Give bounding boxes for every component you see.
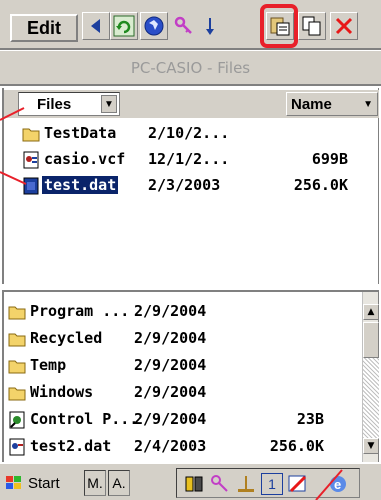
file-name: test2.dat	[30, 437, 112, 455]
list-item[interactable]: Control P... 2/9/2004 23B	[4, 408, 364, 432]
folder-icon	[8, 333, 26, 347]
ie-icon[interactable]: e	[327, 473, 349, 495]
sort-icon[interactable]	[196, 12, 224, 40]
key-icon[interactable]	[209, 473, 231, 495]
scroll-thumb[interactable]	[363, 322, 379, 358]
file-name: test.dat	[42, 176, 119, 194]
file-name: Windows	[30, 383, 94, 401]
list-item[interactable]: Windows 2/9/2004	[4, 381, 364, 405]
list-item[interactable]: TestData 2/10/2...	[18, 122, 378, 146]
list-item[interactable]: casio.vcf 12/1/2... 699B	[18, 148, 378, 172]
vertical-scrollbar[interactable]: ▲ ▼	[362, 292, 379, 462]
chevron-down-icon[interactable]: ▼	[101, 95, 117, 113]
file-name: TestData	[44, 124, 117, 142]
file-date: 2/4/2003	[134, 437, 207, 455]
battery-icon[interactable]	[183, 473, 205, 495]
list-item[interactable]: test2.dat 2/4/2003 256.0K	[4, 435, 364, 459]
file-name: casio.vcf	[44, 150, 126, 168]
input-panel-icon[interactable]: 1	[261, 473, 283, 495]
file-date: 2/10/2...	[148, 124, 230, 142]
list-item[interactable]: Recycled 2/9/2004	[4, 327, 364, 351]
taskbar: Start M. A. 1 e	[0, 462, 381, 500]
folder-selector-label: Files	[37, 95, 72, 113]
sort-arrow-icon: ▼	[363, 99, 373, 110]
folder-selector[interactable]: Files ▼	[18, 92, 120, 116]
file-size: 256.0K	[269, 437, 324, 455]
list-item[interactable]: Temp 2/9/2004	[4, 354, 364, 378]
shortcut-icon	[9, 411, 25, 429]
svg-text:e: e	[334, 477, 341, 492]
back-icon[interactable]	[82, 12, 110, 40]
file-name: Program ...	[30, 302, 130, 320]
window-title: PC-CASIO - Files	[0, 50, 381, 86]
file-date: 2/9/2004	[134, 329, 207, 347]
copy-icon[interactable]	[298, 12, 326, 40]
task-button[interactable]: M.	[84, 470, 106, 496]
data-file-icon	[9, 438, 25, 456]
folder-icon	[8, 360, 26, 374]
edit-icon[interactable]	[287, 473, 309, 495]
edit-menu[interactable]: Edit	[10, 14, 78, 42]
start-label: Start	[28, 474, 60, 492]
sort-name-header[interactable]: Name ▼	[286, 92, 378, 116]
folder-icon	[8, 306, 26, 320]
contact-file-icon	[23, 151, 39, 169]
list-item-selected[interactable]: test.dat 2/3/2003 256.0K	[18, 174, 378, 198]
file-name: Control P...	[30, 410, 139, 428]
folder-icon	[8, 387, 26, 401]
folder-icon	[22, 128, 40, 142]
highlight-box	[260, 4, 298, 48]
file-date: 2/9/2004	[134, 356, 207, 374]
file-name: Recycled	[30, 329, 103, 347]
file-size: 699B	[311, 150, 348, 168]
usb-icon[interactable]	[235, 473, 257, 495]
scroll-track[interactable]	[363, 358, 379, 438]
start-button[interactable]: Start	[4, 470, 76, 496]
storage-pane: Program ... 2/9/2004 Recycled 2/9/2004 T…	[2, 290, 379, 462]
file-name: Temp	[30, 356, 67, 374]
screen: Edit PC-CASIO - Files Files ▼ Name ▼ Tes…	[0, 0, 381, 500]
scroll-up-icon[interactable]: ▲	[363, 304, 379, 320]
file-size: 23B	[296, 410, 324, 428]
globe-icon[interactable]	[140, 12, 168, 40]
scroll-down-icon[interactable]: ▼	[363, 438, 379, 454]
data-file-icon	[23, 177, 39, 195]
refresh-icon[interactable]	[110, 12, 138, 40]
file-date: 2/9/2004	[134, 383, 207, 401]
file-date: 2/3/2003	[148, 176, 221, 194]
list-item[interactable]: Program ... 2/9/2004	[4, 300, 364, 324]
file-date: 2/9/2004	[134, 410, 207, 428]
file-size: 256.0K	[293, 176, 348, 194]
column-header: Files ▼ Name ▼	[4, 90, 379, 118]
file-date: 12/1/2...	[148, 150, 230, 168]
delete-icon[interactable]	[330, 12, 358, 40]
system-tray: 1 e	[176, 468, 360, 498]
sort-name-label: Name	[291, 95, 332, 113]
task-button[interactable]: A.	[108, 470, 130, 496]
current-folder-pane: Files ▼ Name ▼ TestData 2/10/2... casio.…	[2, 88, 379, 284]
toolbar: Edit	[0, 0, 381, 50]
windows-flag-icon	[6, 476, 21, 489]
key-icon[interactable]	[170, 12, 198, 40]
file-date: 2/9/2004	[134, 302, 207, 320]
